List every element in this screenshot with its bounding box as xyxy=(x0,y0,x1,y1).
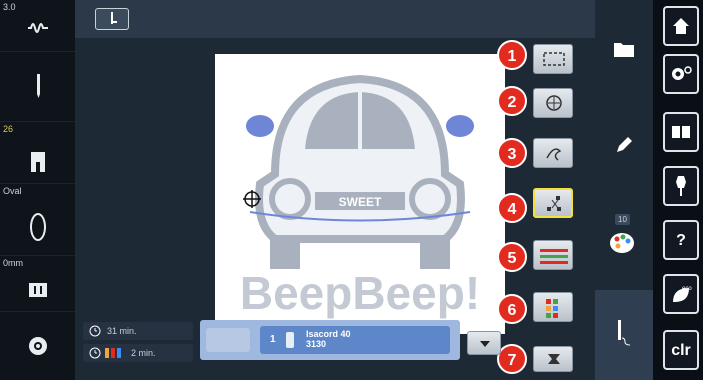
badge-6: 6 xyxy=(497,294,527,324)
jump-stitch-button[interactable] xyxy=(533,188,573,218)
clear-button[interactable]: clr xyxy=(663,330,699,370)
home-icon xyxy=(673,18,689,34)
palette-icon xyxy=(610,233,634,253)
stitch-width-cell[interactable]: 3.0 xyxy=(0,0,75,52)
eco-leaf-icon: eco xyxy=(673,286,692,302)
layout-tool-button[interactable] xyxy=(533,44,573,74)
plate-text: SWEET xyxy=(339,195,382,209)
presser-foot-icon xyxy=(31,152,45,172)
help-button[interactable]: ? xyxy=(663,220,699,260)
home-button[interactable] xyxy=(663,6,699,46)
badge-3: 3 xyxy=(497,138,527,168)
back-button[interactable] xyxy=(95,8,129,30)
color-grid-icon xyxy=(546,299,558,318)
badge-1: 1 xyxy=(497,40,527,70)
badge-4: 4 xyxy=(497,193,527,223)
settings-icon xyxy=(672,66,692,80)
needle-icon xyxy=(37,74,40,98)
color-bars-small-icon xyxy=(105,348,121,358)
thread-position: 1 xyxy=(270,334,276,345)
pencil-icon xyxy=(617,137,632,152)
beep-text: BeepBeep! xyxy=(240,267,480,319)
help-label: ? xyxy=(676,232,686,249)
needle-stitch-icon xyxy=(618,320,631,346)
total-time-display: 31 min. xyxy=(83,322,193,340)
color-sequence-button[interactable] xyxy=(533,240,573,270)
badge-2: 2 xyxy=(497,86,527,116)
thread-spool-icon xyxy=(286,332,294,348)
needle-small-icon xyxy=(111,12,117,24)
bobbin-small-icon xyxy=(548,354,560,364)
color-time: 2 min. xyxy=(131,348,156,358)
thread-color-bar: 1 Isacord 40 3130 xyxy=(200,320,460,360)
stitch-pattern-icon xyxy=(28,23,48,33)
dashed-frame-icon xyxy=(543,52,565,66)
oval-hoop-icon xyxy=(30,213,46,241)
embroidery-canvas[interactable]: SWEET BeepBeep! xyxy=(215,54,505,334)
creative-consultant-button[interactable] xyxy=(663,166,699,206)
thread-tool-button[interactable] xyxy=(533,346,573,372)
previous-color-button[interactable] xyxy=(206,328,250,352)
total-time: 31 min. xyxy=(107,326,137,336)
feed-dog-cell[interactable]: 0mm xyxy=(0,256,75,312)
function-strip: ? eco clr xyxy=(653,0,703,380)
thread-dropdown-button[interactable] xyxy=(467,331,501,355)
thread-name: Isacord 40 3130 xyxy=(306,329,351,349)
thread-code: 3130 xyxy=(306,339,327,349)
clock-icon xyxy=(89,325,101,337)
stitch-menu-item[interactable] xyxy=(595,290,653,380)
embroidery-edit-panel: SWEET BeepBeep! 1 2 3 4 5 6 7 31 min. 2 … xyxy=(75,38,595,380)
move-icon xyxy=(546,95,562,111)
book-icon xyxy=(672,126,690,138)
clear-label: clr xyxy=(671,342,691,359)
color-menu-item[interactable]: 10 xyxy=(595,212,653,284)
folder-menu-item[interactable] xyxy=(595,10,653,82)
stitch-plate-icon xyxy=(29,283,47,297)
stitch-path-icon xyxy=(546,148,562,161)
badge-5: 5 xyxy=(497,242,527,272)
edit-menu-item[interactable] xyxy=(595,110,653,182)
hoop-cell[interactable]: Oval xyxy=(0,184,75,256)
color-grid-button[interactable] xyxy=(533,292,573,322)
move-design-button[interactable] xyxy=(533,88,573,118)
edit-stitches-button[interactable] xyxy=(533,138,573,168)
menu-strip: 10 xyxy=(595,0,653,380)
presser-foot-cell[interactable]: 26 xyxy=(0,122,75,184)
current-thread-info[interactable]: 1 Isacord 40 3130 xyxy=(260,326,450,354)
status-sidebar: 3.0 26 Oval 0mm xyxy=(0,0,75,380)
color-bars-icon xyxy=(540,249,568,264)
presser-foot-number: 26 xyxy=(3,124,14,134)
badge-7: 7 xyxy=(497,344,527,374)
settings-button[interactable] xyxy=(663,54,699,94)
folder-icon xyxy=(614,43,634,57)
tutorial-button[interactable] xyxy=(663,112,699,152)
color-count: 10 xyxy=(615,214,630,225)
feed-dog-value: 0mm xyxy=(3,258,23,268)
clock-icon xyxy=(89,347,101,359)
stitch-width-value: 3.0 xyxy=(3,2,16,12)
bobbin-icon xyxy=(29,337,47,355)
needle-cell[interactable] xyxy=(0,52,75,122)
svg-text:eco: eco xyxy=(682,286,692,292)
top-bar xyxy=(75,0,595,38)
car-design-preview: SWEET BeepBeep! xyxy=(240,74,480,319)
color-time-display: 2 min. xyxy=(83,344,193,362)
dress-form-icon xyxy=(676,176,686,196)
eco-button[interactable]: eco xyxy=(663,274,699,314)
hoop-label: Oval xyxy=(3,186,22,196)
bobbin-cell[interactable] xyxy=(0,312,75,380)
thread-brand: Isacord 40 xyxy=(306,329,351,339)
cut-stitches-icon xyxy=(547,196,561,211)
